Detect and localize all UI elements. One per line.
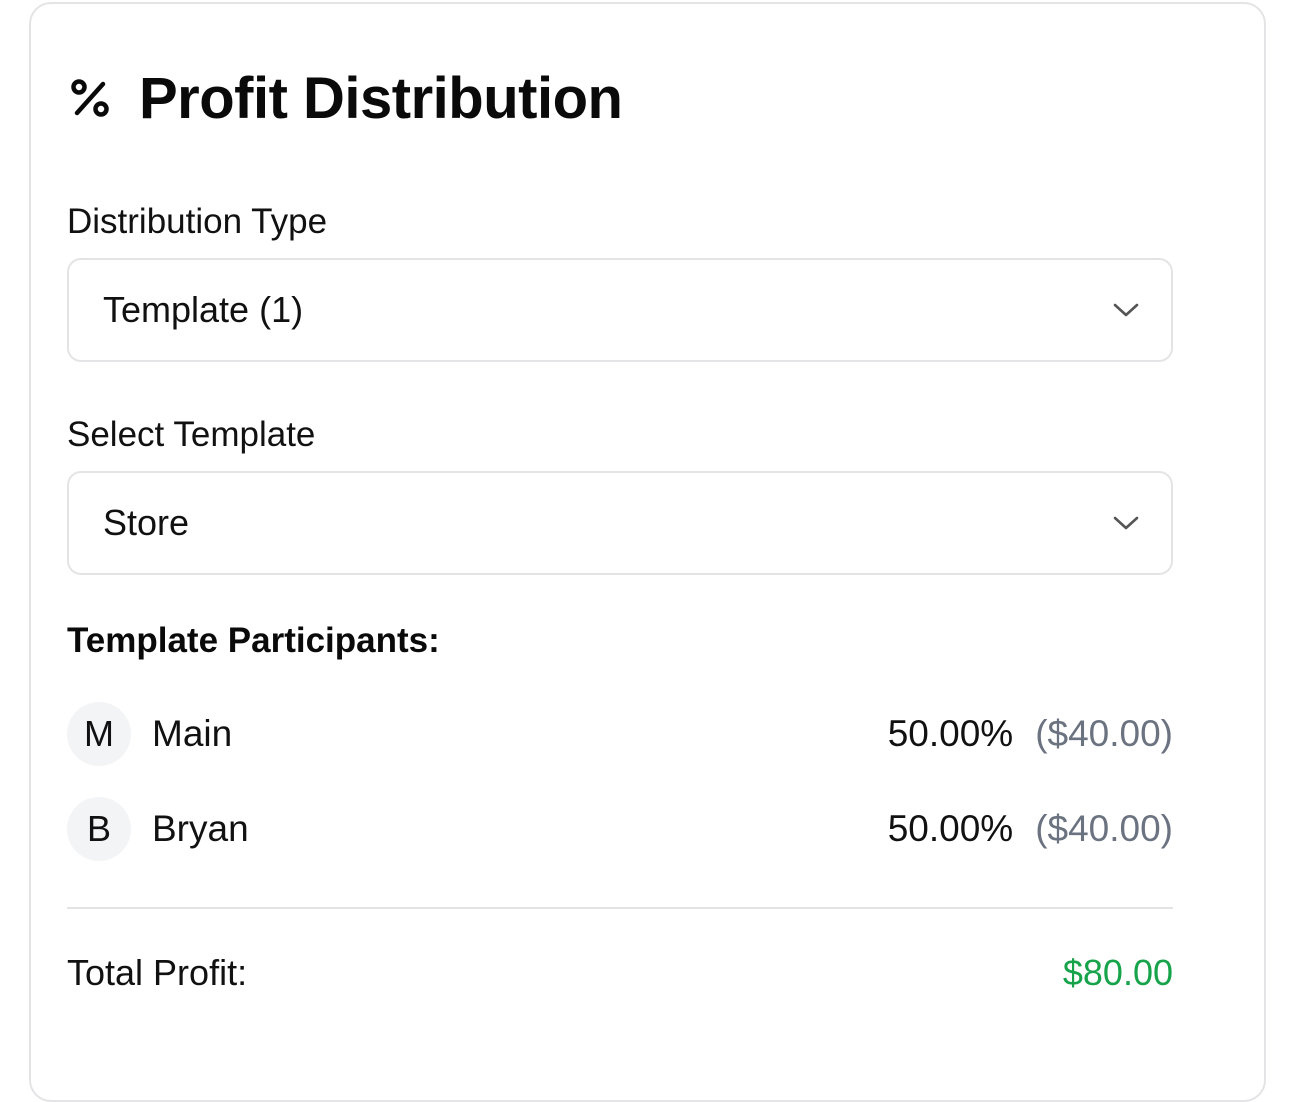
card-header: Profit Distribution	[68, 62, 623, 134]
participant-row: M Main 50.00% ($40.00)	[67, 702, 1173, 766]
participant-name: Main	[152, 713, 233, 754]
participant-percent: 50.00%	[887, 713, 1014, 754]
distribution-type-label: Distribution Type	[67, 202, 328, 241]
participant-percent: 50.00%	[887, 808, 1014, 849]
page-title: Profit Distribution	[139, 65, 623, 131]
total-profit-value: $80.00	[1062, 952, 1173, 993]
divider	[67, 907, 1173, 909]
percent-icon	[68, 76, 112, 120]
avatar: M	[67, 702, 131, 766]
participant-row: B Bryan 50.00% ($40.00)	[67, 797, 1173, 861]
chevron-down-icon	[1111, 295, 1141, 325]
avatar: B	[67, 797, 131, 861]
chevron-down-icon	[1111, 508, 1141, 538]
select-template-label: Select Template	[67, 415, 316, 454]
distribution-type-value: Template (1)	[103, 289, 304, 330]
distribution-type-select[interactable]: Template (1)	[67, 258, 1173, 362]
participant-name: Bryan	[152, 808, 249, 849]
participant-amount: ($40.00)	[1035, 713, 1173, 754]
participant-amount: ($40.00)	[1035, 808, 1173, 849]
select-template-select[interactable]: Store	[67, 471, 1173, 575]
participants-list: M Main 50.00% ($40.00) B Bryan 50.00% ($…	[67, 702, 1173, 892]
total-profit-row: Total Profit: $80.00	[67, 952, 1173, 994]
template-participants-title: Template Participants:	[67, 621, 440, 660]
select-template-value: Store	[103, 502, 190, 543]
total-profit-label: Total Profit:	[67, 952, 248, 993]
